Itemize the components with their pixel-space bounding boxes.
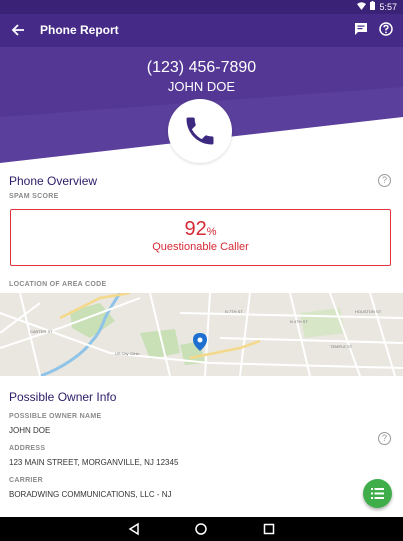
system-nav-bar <box>0 517 403 541</box>
message-icon[interactable] <box>354 22 370 38</box>
spam-score-value: 92 <box>184 218 207 240</box>
status-icons: 5:57 <box>357 1 397 12</box>
battery-icon <box>370 1 376 12</box>
phone-overview-title: Phone Overview <box>9 174 98 188</box>
svg-text:TEMPLE ST: TEMPLE ST <box>330 344 353 349</box>
page-title: Phone Report <box>40 23 119 37</box>
nav-recents-icon[interactable] <box>262 522 276 536</box>
phone-number: (123) 456-7890 <box>146 59 257 76</box>
address-label: ADDRESS <box>9 445 46 452</box>
arrow-back-icon[interactable] <box>9 20 27 40</box>
caller-name: JOHN DOE <box>167 79 236 94</box>
spam-score-card: 92% Questionable Caller <box>10 209 391 266</box>
spam-score: 92% <box>11 218 390 241</box>
phone-icon <box>186 117 214 145</box>
location-label: LOCATION OF AREA CODE <box>9 281 107 288</box>
owner-info-title: Possible Owner Info <box>9 390 117 404</box>
status-bar: 5:57 <box>0 0 403 14</box>
svg-text:N 4TH ST: N 4TH ST <box>290 319 308 324</box>
carrier-label: CARRIER <box>9 477 43 484</box>
svg-text:HOUSTON ST: HOUSTON ST <box>355 309 382 314</box>
overview-help-icon[interactable]: ? <box>378 174 391 187</box>
svg-text:US City Clinic: US City Clinic <box>115 351 139 356</box>
address-value: 123 MAIN STREET, MORGANVILLE, NJ 12345 <box>9 458 179 467</box>
owner-name-value: JOHN DOE <box>9 426 51 435</box>
carrier-value: BORADWING COMMUNICATIONS, LLC - NJ <box>9 490 172 499</box>
owner-help-icon[interactable]: ? <box>378 432 391 445</box>
map-graphic: US City Clinic N 7TH ST N 4TH ST TEMPLE … <box>0 293 403 376</box>
spam-score-unit: % <box>206 226 217 238</box>
spam-score-label: SPAM SCORE <box>9 193 59 200</box>
app-bar: Phone Report <box>0 14 403 47</box>
phone-report-screen: 5:57 Phone Report (123) 456-7890 JOHN DO… <box>0 0 403 541</box>
owner-name-label: POSSIBLE OWNER NAME <box>9 413 102 420</box>
list-icon <box>371 488 384 499</box>
svg-text:CARTER ST: CARTER ST <box>30 329 53 334</box>
list-fab-button[interactable] <box>363 479 392 508</box>
area-code-map[interactable]: US City Clinic N 7TH ST N 4TH ST TEMPLE … <box>0 293 403 376</box>
svg-text:N 7TH ST: N 7TH ST <box>225 309 243 314</box>
caller-header: (123) 456-7890 JOHN DOE <box>0 47 403 163</box>
nav-home-icon[interactable] <box>194 522 208 536</box>
spam-status: Questionable Caller <box>152 241 249 253</box>
status-time: 5:57 <box>379 1 397 12</box>
help-icon[interactable] <box>379 22 395 38</box>
avatar <box>168 99 232 163</box>
nav-back-icon[interactable] <box>127 522 141 536</box>
wifi-icon <box>357 1 367 12</box>
